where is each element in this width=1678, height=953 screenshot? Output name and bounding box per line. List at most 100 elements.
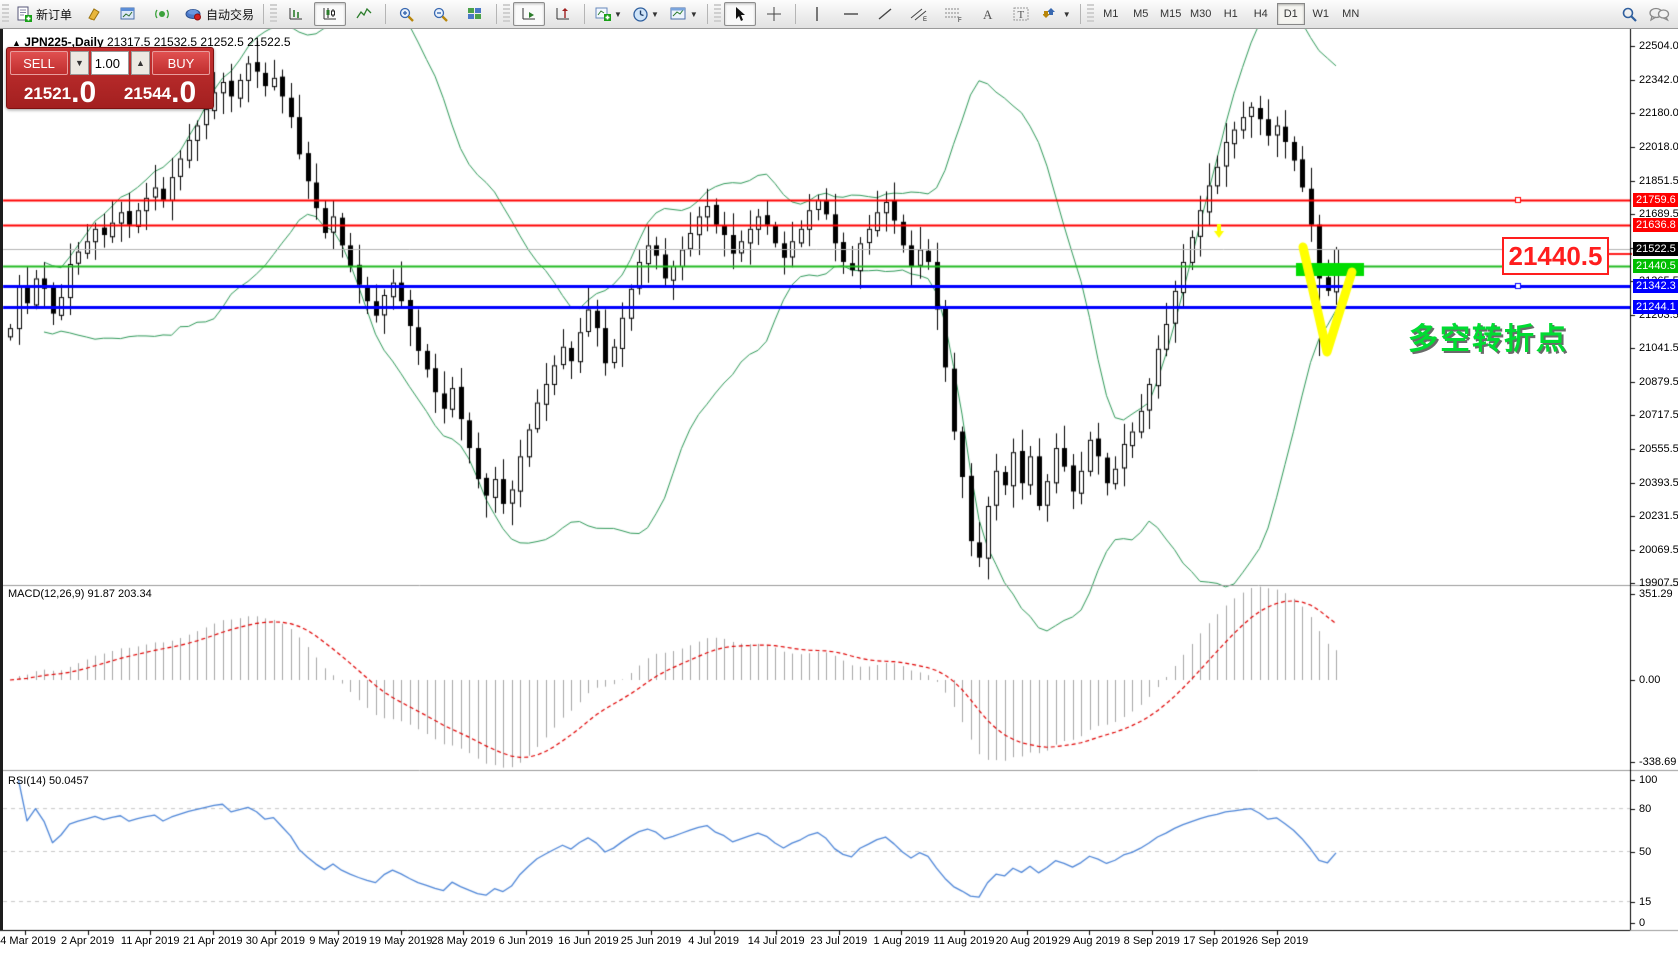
date-tick: 8 Sep 2019: [1124, 935, 1180, 947]
buy-price-main: 21544: [124, 84, 171, 104]
timeframe-button-h4[interactable]: H4: [1247, 3, 1275, 25]
chart-window-button[interactable]: [112, 2, 144, 26]
timeframe-button-m5[interactable]: M5: [1127, 3, 1155, 25]
date-tick: 9 May 2019: [309, 935, 366, 947]
sell-button[interactable]: SELL: [10, 51, 68, 75]
turning-point-annotation[interactable]: 多空转折点: [1408, 314, 1568, 358]
volume-decrease-button[interactable]: ▼: [70, 51, 89, 75]
volume-increase-button[interactable]: ▲: [131, 51, 150, 75]
date-tick: 29 Aug 2019: [1058, 935, 1120, 947]
chat-icon[interactable]: [1648, 6, 1670, 22]
highlighter-button[interactable]: [78, 2, 110, 26]
highlighter-icon: [85, 6, 103, 22]
timeframe-button-m30[interactable]: M30: [1187, 3, 1215, 25]
zoom-in-button[interactable]: [391, 2, 423, 26]
trendline-tool-button[interactable]: [869, 2, 901, 26]
date-tick: 28 May 2019: [431, 935, 495, 947]
trendline-icon: [876, 6, 894, 22]
tile-windows-button[interactable]: [459, 2, 491, 26]
sell-price[interactable]: 21521 .0: [10, 77, 110, 105]
fibonacci-icon: F: [943, 6, 963, 22]
line-chart-icon: [355, 6, 373, 22]
chart-shift-button[interactable]: [547, 2, 579, 26]
fibonacci-tool-button[interactable]: F: [937, 2, 969, 26]
chart-window-icon: [119, 6, 137, 22]
window-left-border: [0, 28, 3, 930]
rsi-tick: 0: [1639, 917, 1645, 929]
date-tick: 23 Jul 2019: [810, 935, 867, 947]
auto-trading-icon: [184, 6, 203, 22]
crosshair-icon: [766, 6, 782, 22]
bar-chart-button[interactable]: [280, 2, 312, 26]
svg-text:E: E: [923, 17, 927, 22]
toolbar-grip[interactable]: [503, 4, 510, 24]
buy-price[interactable]: 21544 .0: [110, 77, 210, 105]
svg-text:T: T: [1017, 9, 1024, 21]
vertical-line-tool-button[interactable]: [801, 2, 833, 26]
timeframe-button-m1[interactable]: M1: [1097, 3, 1125, 25]
svg-text:A: A: [983, 7, 993, 22]
price-tick: 21041.5: [1639, 342, 1678, 354]
volume-input[interactable]: 1.00: [91, 51, 129, 75]
crosshair-tool-button[interactable]: [758, 2, 790, 26]
toolbar-grip[interactable]: [714, 4, 721, 24]
arrows-tool-button[interactable]: ▼: [1039, 2, 1075, 26]
sell-price-decimal: .0: [71, 82, 96, 104]
date-tick: 20 Aug 2019: [996, 935, 1058, 947]
periods-dropdown-arrow[interactable]: ▼: [651, 10, 659, 19]
arrows-dropdown-arrow[interactable]: ▼: [1063, 10, 1071, 19]
text-icon: A: [980, 6, 994, 22]
equidistant-channel-tool-button[interactable]: E: [903, 2, 935, 26]
toolbar-grip[interactable]: [1087, 4, 1094, 24]
date-tick: 19 May 2019: [369, 935, 433, 947]
timeframe-button-m15[interactable]: M15: [1157, 3, 1185, 25]
price-tick: 20879.5: [1639, 376, 1678, 388]
indicators-button[interactable]: ▼: [590, 2, 626, 26]
main-toolbar: 新订单 自动交易 ▼ ▼: [0, 0, 1678, 29]
timeframe-button-h1[interactable]: H1: [1217, 3, 1245, 25]
horizontal-line-tool-button[interactable]: [835, 2, 867, 26]
toolbar-separator: [584, 4, 585, 24]
svg-text:F: F: [958, 18, 962, 22]
timeframe-button-mn[interactable]: MN: [1337, 3, 1365, 25]
level-price-annotation[interactable]: 21440.5: [1502, 237, 1609, 275]
indicators-dropdown-arrow[interactable]: ▼: [614, 10, 622, 19]
zoom-out-button[interactable]: [425, 2, 457, 26]
rsi-label: RSI(14) 50.0457: [8, 775, 89, 787]
timeframe-button-w1[interactable]: W1: [1307, 3, 1335, 25]
line-chart-button[interactable]: [348, 2, 380, 26]
macd-tick: -338.69: [1639, 756, 1676, 768]
toolbar-separator: [1080, 4, 1081, 24]
templates-dropdown-arrow[interactable]: ▼: [690, 10, 698, 19]
arrows-icon: [1043, 6, 1061, 22]
search-icon[interactable]: [1621, 6, 1638, 23]
timeframe-button-d1[interactable]: D1: [1277, 3, 1305, 25]
text-label-tool-button[interactable]: T: [1005, 2, 1037, 26]
date-tick: 21 Apr 2019: [183, 935, 242, 947]
cursor-tool-button[interactable]: [724, 2, 756, 26]
date-tick: 14 Jul 2019: [748, 935, 805, 947]
price-label-21440.5: 21440.5: [1633, 259, 1678, 273]
tile-windows-icon: [466, 6, 484, 22]
toolbar-separator: [707, 4, 708, 24]
toolbar-grip[interactable]: [270, 4, 277, 24]
text-tool-button[interactable]: A: [971, 2, 1003, 26]
price-label-21759.6: 21759.6: [1633, 193, 1678, 207]
date-tick: 6 Jun 2019: [499, 935, 553, 947]
chart-canvas[interactable]: [0, 0, 1678, 953]
buy-button[interactable]: BUY: [152, 51, 210, 75]
buy-price-decimal: .0: [171, 82, 196, 104]
new-order-button[interactable]: 新订单: [12, 2, 76, 26]
sell-price-main: 21521: [24, 84, 71, 104]
signal-button[interactable]: [146, 2, 178, 26]
periods-button[interactable]: ▼: [628, 2, 663, 26]
date-tick: 26 Sep 2019: [1246, 935, 1308, 947]
auto-trading-button[interactable]: 自动交易: [180, 2, 258, 26]
toolbar-grip[interactable]: [2, 4, 9, 24]
toolbar-separator: [496, 4, 497, 24]
templates-button[interactable]: ▼: [665, 2, 702, 26]
new-order-label: 新订单: [36, 6, 72, 23]
auto-scroll-button[interactable]: [513, 2, 545, 26]
zoom-out-icon: [432, 6, 450, 23]
candlestick-chart-button[interactable]: [314, 2, 346, 26]
